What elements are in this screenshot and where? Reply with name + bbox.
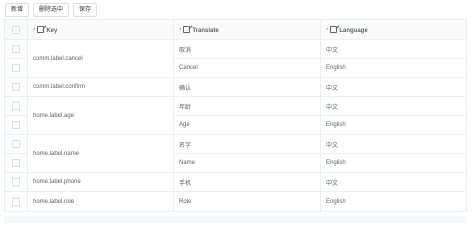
table-header-row: * Key * Translate * Language (4, 19, 467, 40)
row-check-cell (4, 58, 28, 78)
delete-selected-button[interactable]: 删除选中 (33, 3, 70, 17)
translate-cell[interactable]: 手机 (173, 172, 321, 192)
table-row[interactable]: home.label.phone 手机 中文 (4, 172, 467, 192)
translate-cell[interactable]: Name (173, 153, 321, 173)
required-marker-icon: * (179, 27, 182, 34)
key-cell[interactable]: home.label.age (27, 96, 174, 135)
column-header-translate-label: Translate (192, 27, 219, 34)
language-cell[interactable]: English (320, 58, 467, 78)
translate-cell[interactable]: Cancel (173, 58, 321, 78)
edit-icon (183, 25, 191, 33)
translate-cell[interactable]: 名字 (173, 134, 321, 154)
row-check-cell (4, 172, 28, 192)
translate-cell[interactable]: 确认 (173, 77, 321, 97)
column-header-key-label: Key (46, 27, 58, 34)
row-checkbox[interactable] (12, 121, 20, 129)
table-row[interactable]: home.label.age 年龄 中文 (4, 96, 467, 135)
column-header-translate[interactable]: * Translate (173, 19, 321, 40)
translate-cell[interactable]: Role (173, 191, 321, 212)
row-check-cell (4, 115, 28, 135)
horizontal-scrollbar-track[interactable] (4, 216, 466, 223)
language-cell[interactable]: English (320, 115, 467, 135)
required-marker-icon: * (326, 27, 329, 34)
language-cell[interactable]: 中文 (320, 77, 467, 97)
table-row[interactable]: home.label.role Role English (4, 191, 467, 212)
add-button[interactable]: 新增 (5, 3, 30, 17)
row-checkbox[interactable] (12, 102, 20, 110)
column-header-language-label: Language (339, 27, 368, 34)
key-cell[interactable]: home.label.role (27, 191, 174, 212)
key-cell[interactable]: home.label.phone (27, 172, 174, 192)
row-check-cell (4, 39, 28, 59)
i18n-table: * Key * Translate * Language comm.label.can… (4, 19, 467, 212)
required-marker-icon: * (33, 27, 36, 34)
row-checkbox[interactable] (12, 197, 20, 206)
row-checkbox[interactable] (12, 140, 20, 148)
table-row[interactable]: comm.label.confirm 确认 中文 (4, 77, 467, 97)
table-row[interactable]: comm.label.cancel 取消 中文 (4, 39, 467, 78)
translate-cell[interactable]: Age (173, 115, 321, 135)
translate-cell[interactable]: 年龄 (173, 96, 321, 116)
language-cell[interactable]: 中文 (320, 39, 467, 59)
translate-cell[interactable]: 取消 (173, 39, 321, 59)
row-check-cell (4, 77, 28, 97)
row-check-cell (4, 191, 28, 212)
row-check-cell (4, 96, 28, 116)
page: 新增 删除选中 保存 * Key * Translate * Language … (0, 0, 474, 223)
row-checkbox[interactable] (12, 64, 20, 72)
key-cell[interactable]: home.label.name (27, 134, 174, 173)
header-check-cell (4, 19, 28, 40)
language-cell[interactable]: 中文 (320, 96, 467, 116)
language-cell[interactable]: 中文 (320, 134, 467, 154)
language-cell[interactable]: English (320, 191, 467, 212)
language-cell[interactable]: English (320, 153, 467, 173)
edit-icon (37, 25, 45, 33)
row-checkbox[interactable] (12, 45, 20, 53)
row-check-cell (4, 134, 28, 154)
column-header-language[interactable]: * Language (320, 19, 467, 40)
column-header-key[interactable]: * Key (27, 19, 174, 40)
key-cell[interactable]: comm.label.cancel (27, 39, 174, 78)
toolbar: 新增 删除选中 保存 (5, 3, 98, 17)
row-checkbox[interactable] (12, 159, 20, 167)
save-button[interactable]: 保存 (73, 3, 98, 17)
row-checkbox[interactable] (12, 178, 20, 186)
key-cell[interactable]: comm.label.confirm (27, 77, 174, 97)
select-all-checkbox[interactable] (12, 25, 20, 34)
row-check-cell (4, 153, 28, 173)
row-checkbox[interactable] (12, 83, 20, 91)
language-cell[interactable]: 中文 (320, 172, 467, 192)
edit-icon (330, 25, 338, 33)
table-row[interactable]: home.label.name 名字 中文 (4, 134, 467, 173)
